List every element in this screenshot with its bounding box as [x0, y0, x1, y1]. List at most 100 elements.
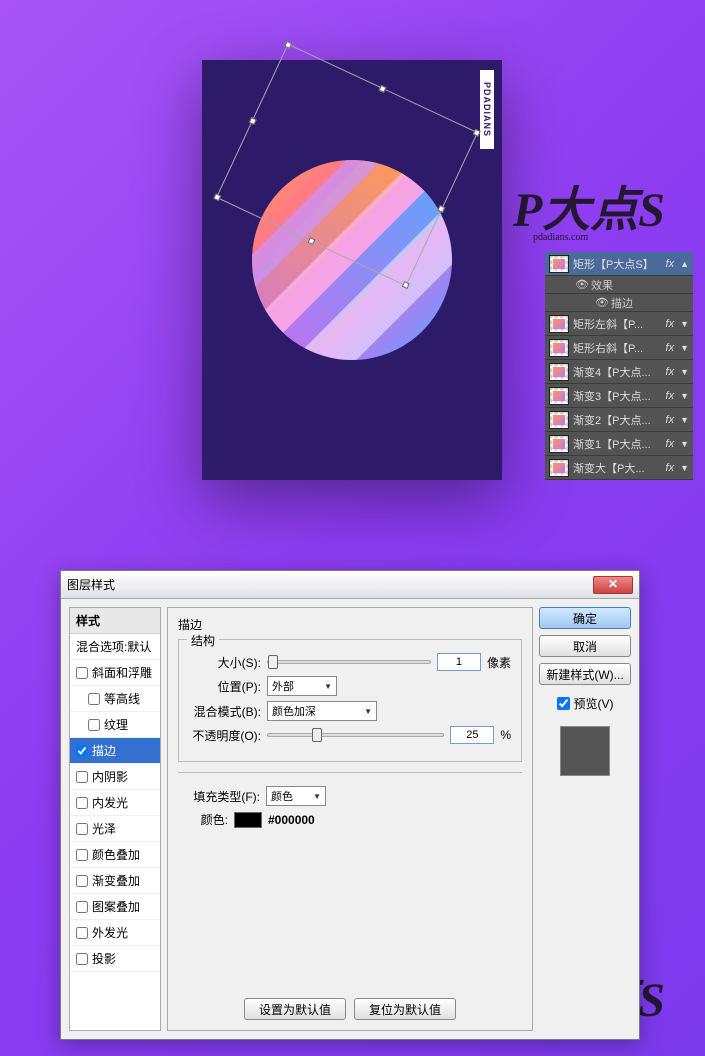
collapse-icon[interactable]: ▲ [680, 259, 689, 269]
style-list-header: 样式 [70, 608, 160, 634]
dialog-titlebar[interactable]: 图层样式 ✕ [61, 571, 639, 599]
collapse-icon[interactable]: ▼ [680, 343, 689, 353]
style-label: 投影 [92, 950, 116, 967]
style-checkbox[interactable] [88, 719, 100, 731]
fx-icon[interactable]: fx [664, 438, 677, 450]
layer-row[interactable]: 渐变2【P大点... fx ▼ [545, 408, 693, 432]
preview-swatch [560, 726, 610, 776]
layer-row[interactable]: 渐变3【P大点... fx ▼ [545, 384, 693, 408]
structure-legend: 结构 [187, 632, 219, 649]
style-item[interactable]: 描边 [70, 738, 160, 764]
style-item[interactable]: 等高线 [70, 686, 160, 712]
style-item[interactable]: 图案叠加 [70, 894, 160, 920]
style-item[interactable]: 内发光 [70, 790, 160, 816]
collapse-icon[interactable]: ▼ [680, 415, 689, 425]
style-label: 内发光 [92, 794, 128, 811]
layer-row[interactable]: 渐变大【P大... fx ▼ [545, 456, 693, 480]
size-slider[interactable] [267, 660, 431, 664]
cancel-button[interactable]: 取消 [539, 635, 631, 657]
style-checkbox[interactable] [76, 823, 88, 835]
style-item[interactable]: 光泽 [70, 816, 160, 842]
layer-thumbnail [549, 387, 569, 405]
collapse-icon[interactable]: ▼ [680, 367, 689, 377]
layer-row[interactable]: 矩形【P大点S】 fx ▲ [545, 252, 693, 276]
set-default-button[interactable]: 设置为默认值 [244, 998, 346, 1020]
collapse-icon[interactable]: ▼ [680, 439, 689, 449]
style-checkbox[interactable] [76, 797, 88, 809]
style-checkbox[interactable] [76, 667, 88, 679]
fill-type-select[interactable]: 颜色 [266, 786, 326, 806]
layer-row[interactable]: 矩形左斜【P... fx ▼ [545, 312, 693, 336]
ok-button[interactable]: 确定 [539, 607, 631, 629]
opacity-slider[interactable] [267, 733, 444, 737]
layer-thumbnail [549, 363, 569, 381]
blend-mode-select[interactable]: 颜色加深 [267, 701, 377, 721]
style-label: 图案叠加 [92, 898, 140, 915]
preview-checkbox[interactable]: 预览(V) [539, 695, 631, 712]
layer-name: 渐变2【P大点... [573, 412, 660, 428]
style-label: 纹理 [104, 716, 128, 733]
collapse-icon[interactable]: ▼ [680, 319, 689, 329]
visibility-icon[interactable]: 👁 [595, 296, 607, 309]
fx-icon[interactable]: fx [664, 414, 677, 426]
fx-icon[interactable]: fx [664, 318, 677, 330]
style-checkbox[interactable] [76, 875, 88, 887]
style-item[interactable]: 投影 [70, 946, 160, 972]
style-item[interactable]: 渐变叠加 [70, 868, 160, 894]
effects-header[interactable]: 👁 效果 [545, 276, 693, 294]
style-item[interactable]: 斜面和浮雕 [70, 660, 160, 686]
effect-name: 描边 [611, 295, 633, 311]
blend-options[interactable]: 混合选项:默认 [70, 634, 160, 660]
layer-thumbnail [549, 459, 569, 477]
style-checkbox[interactable] [76, 953, 88, 965]
style-item[interactable]: 内阴影 [70, 764, 160, 790]
style-checkbox[interactable] [76, 849, 88, 861]
color-hex: #000000 [268, 813, 315, 827]
layer-name: 渐变4【P大点... [573, 364, 660, 380]
preview-check-input[interactable] [557, 697, 570, 710]
style-checkbox[interactable] [76, 927, 88, 939]
style-checkbox[interactable] [76, 745, 88, 757]
new-style-button[interactable]: 新建样式(W)... [539, 663, 631, 685]
opacity-input[interactable] [450, 726, 494, 744]
collapse-icon[interactable]: ▼ [680, 391, 689, 401]
reset-default-button[interactable]: 复位为默认值 [354, 998, 456, 1020]
position-select[interactable]: 外部 [267, 676, 337, 696]
fx-icon[interactable]: fx [664, 258, 677, 270]
collapse-icon[interactable]: ▼ [680, 463, 689, 473]
structure-fieldset: 结构 大小(S): 像素 位置(P): 外部 混合模式(B): 颜色加深 不透明… [178, 639, 522, 762]
layer-name: 矩形右斜【P... [573, 340, 660, 356]
layer-row[interactable]: 矩形右斜【P... fx ▼ [545, 336, 693, 360]
style-item[interactable]: 纹理 [70, 712, 160, 738]
size-label: 大小(S): [189, 654, 261, 671]
layer-row[interactable]: 渐变4【P大点... fx ▼ [545, 360, 693, 384]
style-label: 斜面和浮雕 [92, 664, 152, 681]
fx-icon[interactable]: fx [664, 462, 677, 474]
style-item[interactable]: 颜色叠加 [70, 842, 160, 868]
stroke-settings-panel: 描边 结构 大小(S): 像素 位置(P): 外部 混合模式(B): 颜色加深 [167, 607, 533, 1031]
size-input[interactable] [437, 653, 481, 671]
fill-type-label: 填充类型(F): [188, 788, 260, 805]
close-button[interactable]: ✕ [593, 576, 633, 594]
style-list[interactable]: 样式 混合选项:默认 斜面和浮雕等高线纹理描边内阴影内发光光泽颜色叠加渐变叠加图… [69, 607, 161, 1031]
layer-name: 矩形左斜【P... [573, 316, 660, 332]
style-label: 等高线 [104, 690, 140, 707]
style-label: 外发光 [92, 924, 128, 941]
effect-item[interactable]: 👁 描边 [545, 294, 693, 312]
dialog-buttons: 确定 取消 新建样式(W)... 预览(V) [539, 607, 631, 1031]
effects-label: 效果 [591, 277, 613, 293]
document-canvas[interactable]: PDADIANS [202, 60, 502, 480]
style-checkbox[interactable] [88, 693, 100, 705]
layers-panel[interactable]: 矩形【P大点S】 fx ▲ 👁 效果 👁 描边 矩形左斜【P... fx ▼ 矩… [545, 252, 693, 480]
visibility-icon[interactable]: 👁 [575, 278, 587, 291]
fx-icon[interactable]: fx [664, 390, 677, 402]
style-checkbox[interactable] [76, 901, 88, 913]
style-checkbox[interactable] [76, 771, 88, 783]
color-swatch[interactable] [234, 812, 262, 828]
position-label: 位置(P): [189, 678, 261, 695]
layer-row[interactable]: 渐变1【P大点... fx ▼ [545, 432, 693, 456]
fx-icon[interactable]: fx [664, 342, 677, 354]
opacity-label: 不透明度(O): [189, 727, 261, 744]
fx-icon[interactable]: fx [664, 366, 677, 378]
style-item[interactable]: 外发光 [70, 920, 160, 946]
